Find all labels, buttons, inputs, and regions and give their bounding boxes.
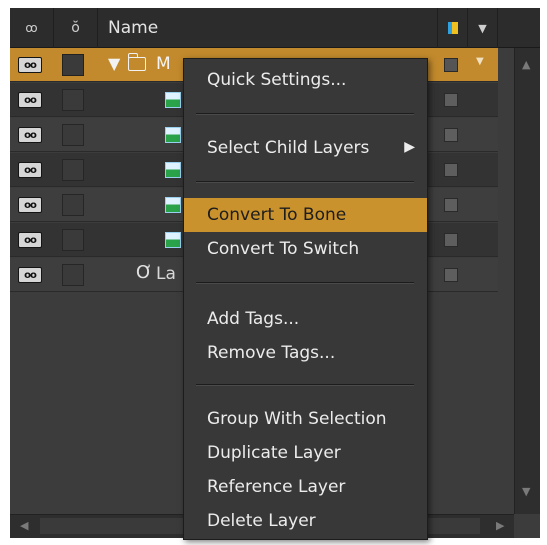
scroll-down-icon[interactable]: ▼: [522, 485, 530, 498]
name-column-header[interactable]: Name: [98, 8, 438, 48]
lock-toggle[interactable]: [62, 229, 84, 251]
menu-item-remove-tags[interactable]: Remove Tags...: [184, 336, 427, 370]
label-checkbox[interactable]: [444, 58, 458, 72]
menu-item-group-with-selection[interactable]: Group With Selection: [184, 402, 427, 436]
label-checkbox[interactable]: [444, 93, 458, 107]
visibility-toggle[interactable]: oo: [18, 232, 42, 248]
menu-item-label: Select Child Layers: [207, 138, 370, 158]
eye-column-icon[interactable]: ꝏ: [10, 8, 54, 48]
menu-item-duplicate-layer[interactable]: Duplicate Layer: [184, 436, 427, 470]
chevron-down-icon[interactable]: ▼: [468, 8, 498, 48]
expand-triangle-icon[interactable]: ▼: [108, 54, 120, 73]
menu-item-quick-settings[interactable]: Quick Settings...: [184, 63, 427, 97]
stopwatch-icon[interactable]: ŏ: [54, 8, 98, 48]
lock-toggle[interactable]: [62, 264, 84, 286]
visibility-toggle[interactable]: oo: [18, 57, 42, 73]
lock-toggle[interactable]: [62, 89, 84, 111]
label-checkbox[interactable]: [444, 128, 458, 142]
image-layer-icon: [165, 232, 181, 248]
context-menu: Quick Settings... Select Child Layers ▶ …: [183, 58, 428, 540]
menu-separator: [196, 113, 414, 115]
layer-name[interactable]: M: [156, 54, 171, 74]
layer-name[interactable]: La: [156, 264, 176, 284]
visibility-toggle[interactable]: oo: [18, 162, 42, 178]
label-color-icon[interactable]: [438, 8, 468, 48]
menu-item-convert-to-bone[interactable]: Convert To Bone: [184, 198, 427, 232]
submenu-arrow-icon: ▶: [404, 139, 415, 155]
menu-separator: [196, 384, 414, 386]
label-checkbox[interactable]: [444, 198, 458, 212]
lock-toggle[interactable]: [62, 54, 84, 76]
visibility-toggle[interactable]: oo: [18, 92, 42, 108]
lock-toggle[interactable]: [62, 194, 84, 216]
curve-layer-icon: Ơ: [136, 262, 153, 283]
menu-item-delete-layer[interactable]: Delete Layer: [184, 504, 427, 538]
menu-item-select-child-layers[interactable]: Select Child Layers ▶: [184, 131, 427, 165]
label-checkbox[interactable]: [444, 233, 458, 247]
menu-item-convert-to-switch[interactable]: Convert To Switch: [184, 232, 427, 266]
lock-toggle[interactable]: [62, 159, 84, 181]
visibility-toggle[interactable]: oo: [18, 127, 42, 143]
scroll-up-icon[interactable]: ▲: [522, 58, 530, 71]
scroll-right-icon[interactable]: ▶: [496, 519, 504, 532]
menu-item-add-tags[interactable]: Add Tags...: [184, 302, 427, 336]
image-layer-icon: [165, 92, 181, 108]
image-layer-icon: [165, 162, 181, 178]
label-checkbox[interactable]: [444, 268, 458, 282]
image-layer-icon: [165, 127, 181, 143]
label-checkbox[interactable]: [444, 163, 458, 177]
lock-toggle[interactable]: [62, 124, 84, 146]
visibility-toggle[interactable]: oo: [18, 267, 42, 283]
scroll-left-icon[interactable]: ◀: [20, 519, 28, 532]
menu-separator: [196, 282, 414, 284]
layers-header: ꝏ ŏ Name ▼: [10, 8, 540, 48]
menu-item-reference-layer[interactable]: Reference Layer: [184, 470, 427, 504]
folder-icon: [127, 53, 146, 71]
image-layer-icon: [165, 197, 181, 213]
visibility-toggle[interactable]: oo: [18, 197, 42, 213]
vertical-scrollbar[interactable]: ▲ ▼: [514, 48, 540, 514]
menu-separator: [196, 181, 414, 183]
chevron-down-icon[interactable]: ▼: [476, 56, 484, 67]
